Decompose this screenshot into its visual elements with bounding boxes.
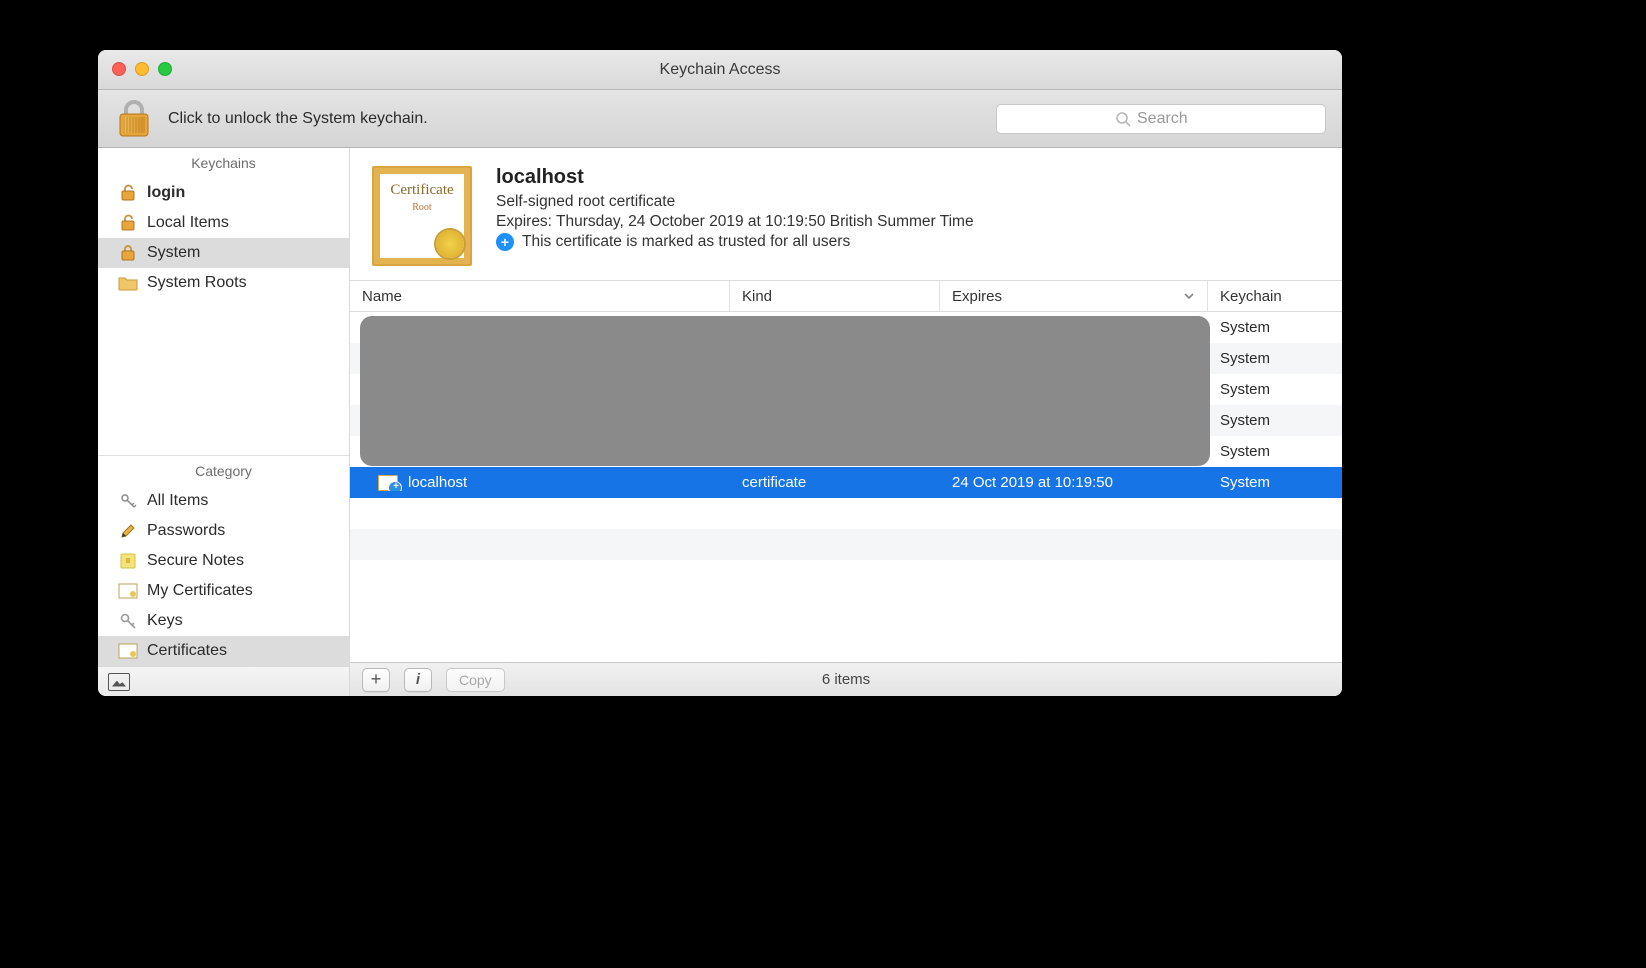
cell-kind: certificate <box>730 474 940 491</box>
category-item-label: Secure Notes <box>147 552 244 570</box>
table-row[interactable] <box>350 498 1342 529</box>
toolbar: Click to unlock the System keychain. <box>98 90 1342 148</box>
folder-icon <box>118 273 138 293</box>
certificate-row-icon <box>378 475 398 491</box>
key-icon <box>118 611 138 631</box>
category-item-label: My Certificates <box>147 582 253 600</box>
cell-expires: 24 Oct 2019 at 10:19:50 <box>940 474 1208 491</box>
table-header: Name Kind Expires Keychain <box>350 280 1342 312</box>
keychain-item-label: Local Items <box>147 214 229 232</box>
keychain-item-system[interactable]: System <box>98 238 349 268</box>
column-header-kind[interactable]: Kind <box>730 281 940 311</box>
category-item-label: Certificates <box>147 642 227 660</box>
window-title: Keychain Access <box>98 61 1342 79</box>
keychain-item-label: login <box>147 184 185 202</box>
titlebar: Keychain Access <box>98 50 1342 90</box>
body: Keychains login Local Items System Syste… <box>98 148 1342 696</box>
seal-icon <box>436 230 464 258</box>
certificate-type: Self-signed root certificate <box>496 193 974 211</box>
trust-plus-icon: + <box>496 233 514 251</box>
cell-keychain: System <box>1208 474 1342 491</box>
show-preview-button[interactable] <box>108 673 130 691</box>
certificate-name: localhost <box>496 166 974 189</box>
pencil-icon <box>118 521 138 541</box>
table-row[interactable]: localhost certificate 24 Oct 2019 at 10:… <box>350 467 1342 498</box>
add-button[interactable]: + <box>362 668 390 692</box>
toolbar-hint: Click to unlock the System keychain. <box>168 110 982 128</box>
table-body: System System System System System local… <box>350 312 1342 662</box>
sidebar-header-keychains: Keychains <box>98 148 349 178</box>
window-controls <box>112 62 172 76</box>
search-icon <box>1115 111 1131 127</box>
sidebar: Keychains login Local Items System Syste… <box>98 148 350 696</box>
category-item-passwords[interactable]: Passwords <box>98 516 349 546</box>
note-icon <box>118 551 138 571</box>
category-item-all-items[interactable]: All Items <box>98 486 349 516</box>
search-input[interactable] <box>1137 110 1207 128</box>
column-header-keychain[interactable]: Keychain <box>1208 281 1342 311</box>
category-item-certificates[interactable]: Certificates <box>98 636 349 666</box>
table-row[interactable] <box>350 529 1342 560</box>
category-item-label: Keys <box>147 612 183 630</box>
certificate-thumbnail-icon: Certificate Root <box>372 166 472 266</box>
keychain-access-window: Keychain Access Click to unlock the Syst… <box>98 50 1342 696</box>
zoom-window-button[interactable] <box>158 62 172 76</box>
redacted-overlay <box>360 316 1210 466</box>
unlocked-padlock-icon <box>118 213 138 233</box>
category-item-label: Passwords <box>147 522 225 540</box>
cert-thumb-subtext: Root <box>374 202 470 213</box>
keychain-item-label: System <box>147 244 200 262</box>
keychains-list: login Local Items System System Roots <box>98 178 349 298</box>
search-field[interactable] <box>996 104 1326 134</box>
main-panel: Certificate Root localhost Self-signed r… <box>350 148 1342 696</box>
sidebar-header-category: Category <box>98 456 349 486</box>
certificate-info: localhost Self-signed root certificate E… <box>496 166 974 266</box>
padlock-icon <box>116 98 152 140</box>
sidebar-footer <box>98 666 349 696</box>
keychain-item-local-items[interactable]: Local Items <box>98 208 349 238</box>
footer-bar: + i Copy 6 items <box>350 662 1342 696</box>
close-window-button[interactable] <box>112 62 126 76</box>
category-list: All Items Passwords Secure Notes My Cert… <box>98 486 349 666</box>
keychain-item-system-roots[interactable]: System Roots <box>98 268 349 298</box>
column-header-expires[interactable]: Expires <box>940 281 1208 311</box>
minimize-window-button[interactable] <box>135 62 149 76</box>
keys-icon <box>118 491 138 511</box>
keychain-item-login[interactable]: login <box>98 178 349 208</box>
unlocked-padlock-icon <box>118 183 138 203</box>
locked-padlock-icon <box>118 243 138 263</box>
certificate-icon <box>118 581 138 601</box>
column-header-name[interactable]: Name <box>350 281 730 311</box>
cert-thumb-text: Certificate <box>374 182 470 199</box>
certificate-expires: Expires: Thursday, 24 October 2019 at 10… <box>496 213 974 231</box>
lock-keychain-button[interactable] <box>114 97 154 141</box>
info-button[interactable]: i <box>404 668 432 692</box>
certificate-icon <box>118 641 138 661</box>
category-item-secure-notes[interactable]: Secure Notes <box>98 546 349 576</box>
category-item-label: All Items <box>147 492 208 510</box>
certificate-detail: Certificate Root localhost Self-signed r… <box>350 148 1342 280</box>
cell-name: localhost <box>408 474 467 491</box>
certificate-trust-text: This certificate is marked as trusted fo… <box>522 233 850 251</box>
category-item-keys[interactable]: Keys <box>98 606 349 636</box>
copy-button[interactable]: Copy <box>446 668 505 692</box>
certificate-trust-status: + This certificate is marked as trusted … <box>496 233 974 251</box>
keychain-item-label: System Roots <box>147 274 247 292</box>
chevron-down-icon <box>1183 290 1195 302</box>
category-item-my-certificates[interactable]: My Certificates <box>98 576 349 606</box>
